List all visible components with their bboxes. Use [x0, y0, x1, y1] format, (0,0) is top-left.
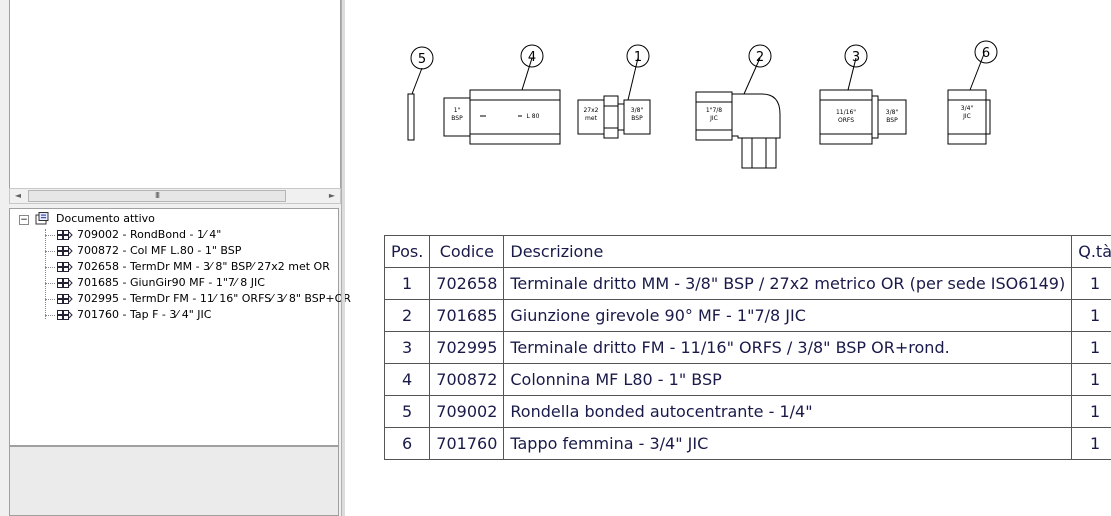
header-codice: Codice	[429, 235, 505, 268]
part-icon	[57, 262, 73, 272]
header-descrizione: Descrizione	[503, 235, 1073, 268]
balloon-5: 5	[418, 52, 426, 67]
part-label: BSP	[631, 115, 643, 122]
scroll-left-arrow-icon[interactable]: ◄	[10, 189, 26, 203]
cell-codice: 702995	[429, 331, 505, 364]
part-icon	[57, 278, 73, 288]
part-icon	[57, 310, 73, 320]
table-row[interactable]: 4 700872 Colonnina MF L80 - 1" BSP 1	[383, 363, 1111, 396]
assembly-document-icon	[35, 212, 49, 225]
bom-header-row: Pos. Codice Descrizione Q.tà	[383, 235, 1111, 268]
part-icon	[57, 246, 73, 256]
tree-item-label: 701685 - GiunGir90 MF - 1"7⁄ 8 JIC	[77, 276, 265, 289]
cell-pos: 1	[383, 267, 431, 300]
properties-pane	[9, 446, 339, 516]
part-label: 3/8"	[886, 109, 899, 116]
balloon-2: 2	[756, 50, 764, 65]
cell-descrizione: Colonnina MF L80 - 1" BSP	[503, 363, 1073, 396]
part-label: JIC	[962, 113, 971, 120]
cell-qta: 1	[1071, 331, 1111, 364]
assembly-drawing[interactable]: 5 4 1 2 3 6 1" BSP L 80 27x2 met 3/8" BS…	[380, 30, 1080, 180]
cell-codice: 709002	[429, 395, 505, 428]
part-label: JIC	[709, 115, 718, 122]
part-label: 1"7/8	[706, 107, 722, 114]
table-row[interactable]: 3 702995 Terminale dritto FM - 11/16" OR…	[383, 331, 1111, 364]
tree-item-label: 702658 - TermDr MM - 3⁄ 8" BSP⁄ 27x2 met…	[77, 260, 330, 273]
cell-codice: 702658	[429, 267, 505, 300]
tree-connector	[45, 229, 46, 319]
cell-pos: 2	[383, 299, 431, 332]
part-label: 11/16"	[836, 109, 856, 116]
cell-pos: 6	[383, 427, 431, 460]
part-label: ORFS	[838, 117, 854, 124]
part-label: met	[585, 115, 598, 122]
part-label: 1"	[454, 107, 461, 114]
cell-qta: 1	[1071, 299, 1111, 332]
tree-item-label: 700872 - Col MF L.80 - 1" BSP	[77, 244, 242, 257]
tree-item-label: 702995 - TermDr FM - 11⁄ 16" ORFS⁄ 3⁄ 8"…	[77, 292, 351, 305]
cell-descrizione: Terminale dritto FM - 11/16" ORFS / 3/8"…	[503, 331, 1073, 364]
cell-descrizione: Tappo femmina - 3/4" JIC	[503, 427, 1073, 460]
balloon-4: 4	[528, 50, 536, 65]
collapse-icon[interactable]: −	[19, 215, 29, 225]
cell-qta: 1	[1071, 395, 1111, 428]
table-row[interactable]: 2 701685 Giunzione girevole 90° MF - 1"7…	[383, 299, 1111, 332]
part-icon	[57, 230, 73, 240]
part-label: BSP	[451, 115, 463, 122]
cell-pos: 3	[383, 331, 431, 364]
cell-descrizione: Giunzione girevole 90° MF - 1"7/8 JIC	[503, 299, 1073, 332]
preview-pane	[9, 0, 341, 189]
scroll-right-arrow-icon[interactable]: ►	[324, 189, 340, 203]
balloon-6: 6	[982, 46, 990, 61]
part-label: BSP	[886, 117, 898, 124]
cell-descrizione: Terminale dritto MM - 3/8" BSP / 27x2 me…	[503, 267, 1073, 300]
cell-codice: 700872	[429, 363, 505, 396]
cell-qta: 1	[1071, 363, 1111, 396]
cell-pos: 5	[383, 395, 431, 428]
header-pos: Pos.	[383, 235, 431, 268]
part-label: 3/4"	[961, 105, 974, 112]
table-row[interactable]: 5 709002 Rondella bonded autocentrante -…	[383, 395, 1111, 428]
balloon-1: 1	[634, 50, 642, 65]
document-tree: − Documento attivo 709002 - RondBond - 1…	[9, 208, 351, 446]
table-row[interactable]: 1 702658 Terminale dritto MM - 3/8" BSP …	[383, 267, 1111, 300]
header-qta: Q.tà	[1071, 235, 1111, 268]
tree-root-label: Documento attivo	[56, 212, 155, 225]
cell-descrizione: Rondella bonded autocentrante - 1/4"	[503, 395, 1073, 428]
cell-qta: 1	[1071, 267, 1111, 300]
bom-table[interactable]: Pos. Codice Descrizione Q.tà 1 702658 Te…	[383, 235, 1111, 460]
cell-pos: 4	[383, 363, 431, 396]
part-icon	[57, 294, 73, 304]
tree-item-label: 709002 - RondBond - 1⁄ 4"	[77, 228, 222, 241]
part-label: L 80	[527, 113, 540, 120]
horizontal-scrollbar[interactable]: ◄ III ►	[9, 188, 341, 204]
scrollbar-thumb[interactable]: III	[28, 190, 286, 202]
cell-codice: 701685	[429, 299, 505, 332]
panel-splitter[interactable]	[341, 0, 345, 516]
table-row[interactable]: 6 701760 Tappo femmina - 3/4" JIC 1	[383, 427, 1111, 460]
cell-qta: 1	[1071, 427, 1111, 460]
part-label: 3/8"	[631, 107, 644, 114]
tree-item-label: 701760 - Tap F - 3⁄ 4" JIC	[77, 308, 212, 321]
cell-codice: 701760	[429, 427, 505, 460]
balloon-3: 3	[852, 50, 860, 65]
left-panel: ◄ III ► − Documento attivo 709002 - Rond…	[0, 0, 351, 516]
part-label: 27x2	[583, 107, 598, 114]
